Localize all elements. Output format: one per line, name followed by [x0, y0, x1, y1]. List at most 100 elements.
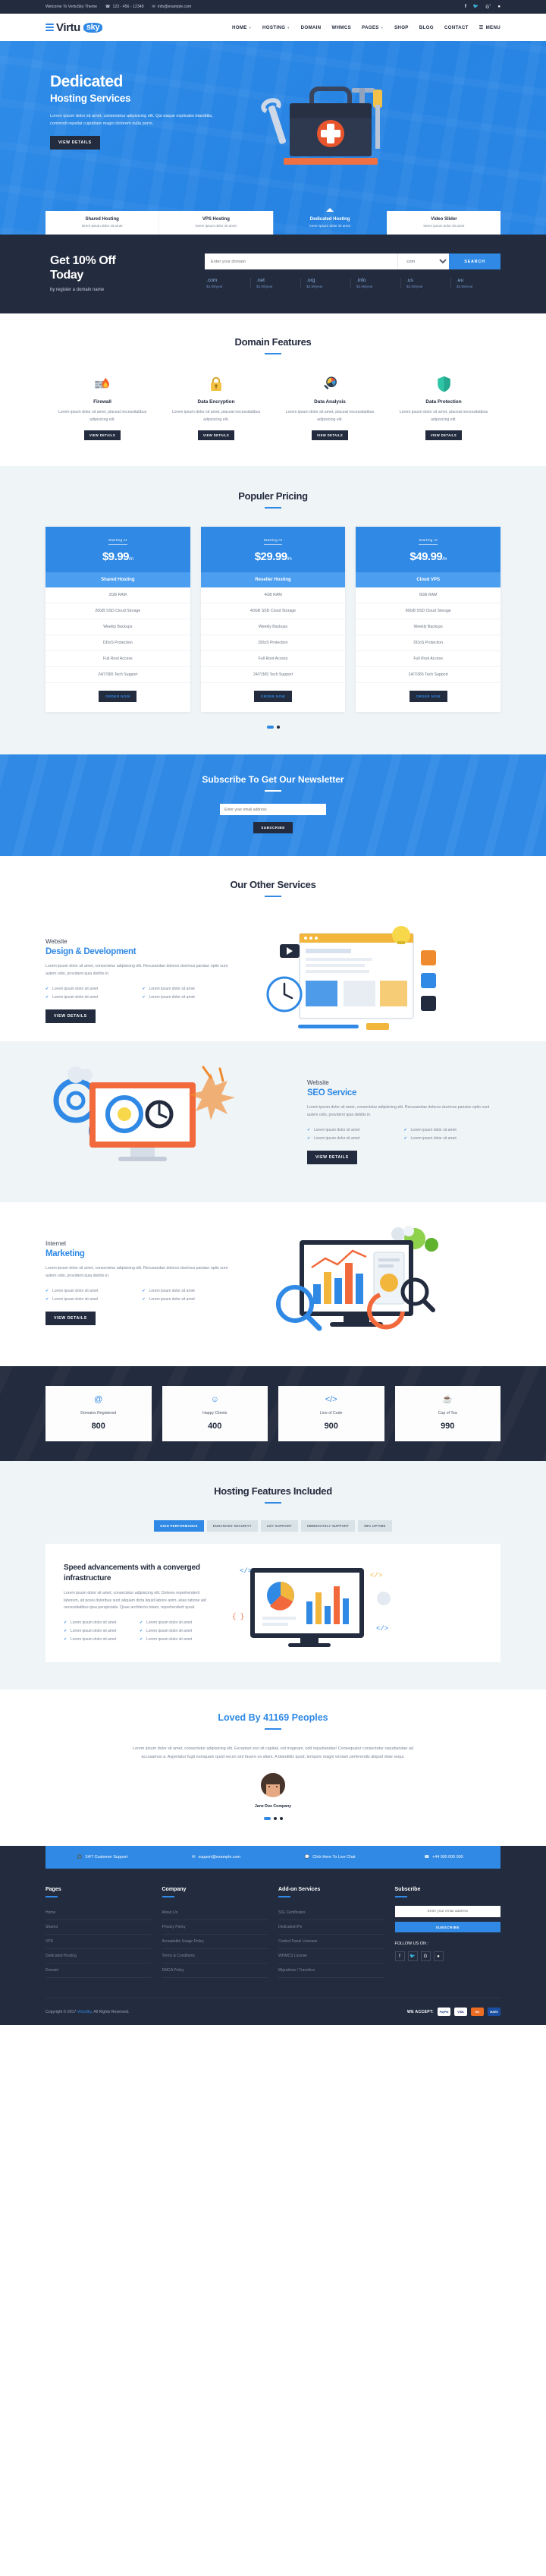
domain-features-section: Domain Features Firewall Lorem ipsum dol…: [0, 313, 546, 466]
topbar-email[interactable]: ✉ info@example.com: [152, 5, 191, 9]
tld-item[interactable]: .info $3.99/year: [350, 278, 400, 288]
twitter-icon[interactable]: 🐦: [407, 1951, 418, 1962]
tld-item[interactable]: .org $3.99/year: [300, 278, 350, 288]
plan-price: $9.99: [102, 550, 130, 564]
feature-card-firewall: Firewall Lorem ipsum dolor sit amet, pla…: [46, 374, 159, 441]
service-view-details-button[interactable]: VIEW DETAILS: [307, 1150, 357, 1164]
copyright-brand[interactable]: VirtuSky: [77, 2010, 92, 2014]
svg-text:{ }: { }: [232, 1613, 244, 1620]
tab-enhanced-security[interactable]: ENHANCED SECURITY: [206, 1520, 258, 1532]
topbar-phone[interactable]: ☎ 123 - 456 - 12348: [105, 5, 143, 9]
footer-social-links: f 🐦 G ●: [394, 1951, 501, 1962]
panel-heading: Speed advancements with a converged infr…: [64, 1564, 200, 1582]
hero-view-details-button[interactable]: VIEW DETAILS: [50, 136, 100, 150]
tab-24-7-support[interactable]: 24/7 SUPPORT: [260, 1520, 298, 1532]
carousel-dot[interactable]: [273, 1817, 277, 1821]
footer-link[interactable]: Terms & Conditions: [162, 1949, 268, 1964]
footer-email-input[interactable]: [394, 1906, 500, 1918]
order-now-button[interactable]: ORDER NOW: [99, 691, 137, 703]
tld-item[interactable]: .us $3.99/year: [400, 278, 450, 288]
nav-item-home[interactable]: HOME ▼: [232, 25, 252, 30]
hero-tab-vps-hosting[interactable]: VPS Hosting lorem ipsum dolor sit amet: [158, 211, 273, 235]
nav-item-pages[interactable]: PAGES ▼: [362, 25, 384, 30]
footer-contact-livechat[interactable]: 💬 Click Here To Live Chat: [273, 1855, 387, 1860]
order-now-button[interactable]: ORDER NOW: [409, 691, 447, 703]
footer-link[interactable]: About Us: [162, 1906, 268, 1921]
top-bar: Welcome To VertuSky Theme ☎ 123 - 456 - …: [0, 0, 546, 14]
nav-item-blog[interactable]: BLOG: [419, 25, 434, 30]
site-logo[interactable]: Virtu sky: [46, 21, 103, 34]
footer-link[interactable]: SSL Certificates: [278, 1906, 384, 1921]
domain-search-input[interactable]: [205, 254, 397, 269]
footer-link[interactable]: Home: [46, 1906, 152, 1921]
service-kicker: Website: [46, 938, 67, 946]
service-view-details-button[interactable]: VIEW DETAILS: [46, 1009, 96, 1023]
carousel-dot[interactable]: [279, 1817, 283, 1821]
footer-contact-phone[interactable]: ☎ +44 000 000 000: [387, 1855, 500, 1860]
hero-tab-dedicated-hosting[interactable]: Dedicated Hosting lorem ipsum dolor sit …: [272, 208, 387, 235]
tab-99-uptime[interactable]: 99% UPTIME: [358, 1520, 392, 1532]
plan-feature: 40GB SSD Cloud Storage: [200, 603, 346, 620]
carousel-dot-active[interactable]: [263, 1817, 271, 1821]
feature-view-details-button[interactable]: VIEW DETAILS: [83, 430, 121, 441]
order-now-button[interactable]: ORDER NOW: [253, 691, 293, 703]
hero-tab-video-slider[interactable]: Video Slider lorem ipsum dolor sit amet: [386, 211, 500, 235]
section-rule: [265, 353, 281, 355]
smiley-icon: ☺: [210, 1395, 219, 1405]
footer-subscribe-button[interactable]: SUBSCRIBE: [394, 1922, 500, 1933]
facebook-icon[interactable]: f: [465, 5, 466, 9]
testimonial-count: 41169: [263, 1712, 290, 1724]
tld-select[interactable]: .com: [397, 254, 449, 269]
hero-section: Dedicated Hosting Services Lorem ipsum d…: [0, 41, 546, 235]
google-plus-icon[interactable]: G+: [485, 4, 491, 11]
feature-view-details-button[interactable]: VIEW DETAILS: [311, 430, 349, 441]
carousel-dot[interactable]: [276, 726, 280, 729]
footer-link[interactable]: Domain: [46, 1963, 152, 1979]
section-rule: [265, 896, 281, 898]
footer-link[interactable]: WHMCS License: [278, 1949, 384, 1964]
nav-item-whmcs[interactable]: WHMCS: [331, 25, 351, 30]
plan-feature: DDoS Protection: [46, 635, 190, 652]
google-plus-icon[interactable]: G: [420, 1951, 431, 1962]
tld-item[interactable]: .eu $3.99/year: [450, 278, 500, 288]
footer-link[interactable]: VPS: [46, 1935, 152, 1950]
footer-column-pages: Pages Home Shared VPS Dedicated Hosting …: [46, 1887, 152, 1979]
envelope-icon: ✉: [152, 5, 155, 9]
tld-item[interactable]: .com $3.99/year: [205, 278, 250, 288]
counter-happy-clients: ☺ Happy Clients 400: [162, 1386, 268, 1442]
footer-link[interactable]: Shared: [46, 1920, 152, 1935]
hero-tab-shared-hosting[interactable]: Shared Hosting lorem ipsum dolor sit ame…: [46, 211, 159, 235]
footer-link[interactable]: DMCA Policy: [162, 1963, 268, 1979]
nav-item-hosting[interactable]: HOSTING ▼: [262, 25, 290, 30]
newsletter-subscribe-button[interactable]: SUBSCRIBE: [253, 822, 293, 834]
footer-contact-email[interactable]: ✉ support@example.com: [159, 1855, 273, 1860]
feature-view-details-button[interactable]: VIEW DETAILS: [197, 430, 235, 441]
footer-link[interactable]: Dedicated Hosting: [46, 1949, 152, 1964]
twitter-icon[interactable]: 🐦: [473, 5, 479, 9]
facebook-icon[interactable]: f: [394, 1951, 405, 1962]
dribbble-icon[interactable]: ●: [497, 5, 500, 9]
nav-menu-toggle[interactable]: ☰ MENU: [479, 25, 500, 30]
service-marketing-section: Internet Marketing Lorem ipsum dolor sit…: [0, 1202, 546, 1366]
footer-link[interactable]: Privacy Policy: [162, 1920, 268, 1935]
carousel-dot-active[interactable]: [266, 726, 274, 729]
footer-link[interactable]: Acceptable Usage Policy: [162, 1935, 268, 1950]
newsletter-email-input[interactable]: [220, 804, 326, 816]
panel-bullet: Lorem ipsum dolor sit amet: [140, 1635, 215, 1643]
footer-link[interactable]: Dedicated IPs: [278, 1920, 384, 1935]
footer-link[interactable]: Migrations / Transfers: [278, 1963, 384, 1979]
nav-item-contact[interactable]: CONTACT: [444, 25, 469, 30]
starting-at-label: Starting At: [419, 538, 438, 546]
nav-item-shop[interactable]: SHOP: [394, 25, 409, 30]
feature-card-data-analysis: Data Analysis Lorem ipsum dolor sit amet…: [273, 374, 387, 441]
service-view-details-button[interactable]: VIEW DETAILS: [46, 1311, 96, 1325]
footer-contact-support[interactable]: 🎧 24/7 Customer Support: [46, 1855, 159, 1860]
domain-search-button[interactable]: SEARCH: [449, 254, 500, 269]
feature-view-details-button[interactable]: VIEW DETAILS: [425, 430, 463, 441]
tab-immediately-support[interactable]: IMMEDIATELY SUPPORT: [301, 1520, 356, 1532]
tab-high-performance[interactable]: HIGH PERFORMANCE: [154, 1520, 204, 1532]
footer-link[interactable]: Control Panel Licenses: [278, 1935, 384, 1950]
dribbble-icon[interactable]: ●: [433, 1951, 444, 1962]
tld-item[interactable]: .net $3.99/year: [250, 278, 300, 288]
nav-item-domain[interactable]: DOMAIN: [301, 25, 322, 30]
